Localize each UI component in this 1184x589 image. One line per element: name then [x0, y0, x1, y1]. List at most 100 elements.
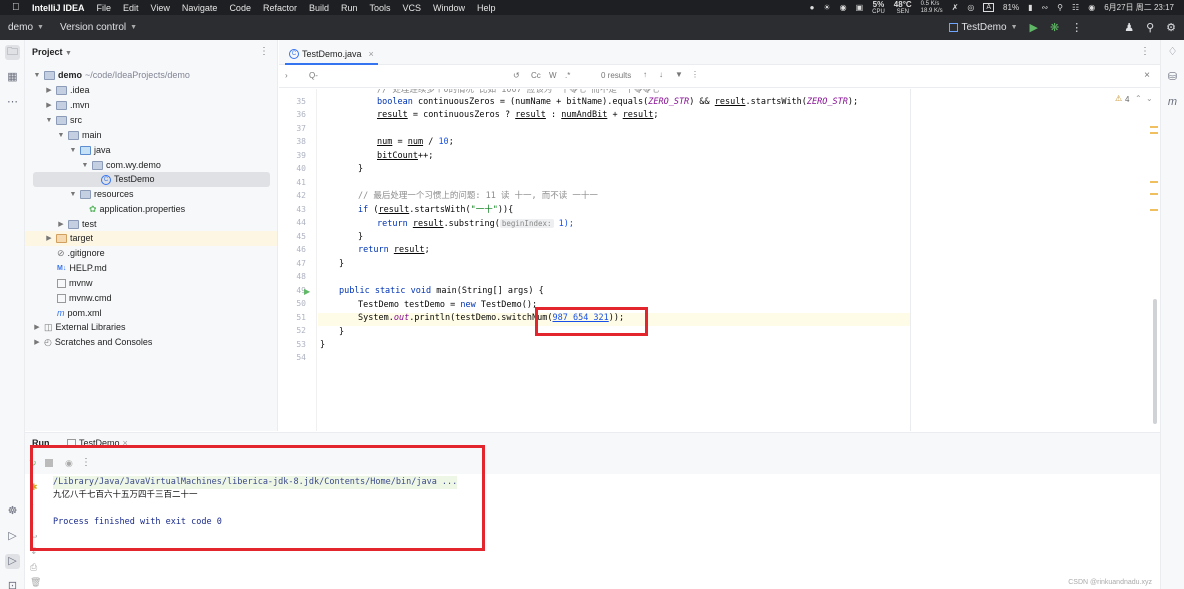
regex-toggle[interactable]: .* [565, 71, 570, 80]
app-name[interactable]: IntelliJ IDEA [32, 3, 85, 13]
target-icon[interactable]: ◎ [967, 3, 974, 12]
search-input[interactable]: Q- [309, 71, 318, 80]
tree-item-mvnw[interactable]: mvnw [57, 276, 93, 291]
run-gutter-icon[interactable]: ▶ [304, 287, 310, 296]
temp-meter[interactable]: 48°C SEN [894, 0, 912, 15]
vertical-scrollbar[interactable] [1153, 299, 1157, 424]
maven-icon[interactable]: m [1165, 95, 1180, 110]
shortcut-icon[interactable]: ▣ [856, 3, 864, 12]
tree-item-testdemo[interactable]: C TestDemo [33, 172, 270, 187]
run-icon[interactable]: ▶ [1030, 21, 1038, 34]
panel-options-icon[interactable]: ⋮ [259, 46, 269, 57]
database-icon[interactable]: ⛁ [1165, 70, 1180, 85]
warning-icon[interactable]: ⚠ [1115, 94, 1122, 103]
project-selector[interactable]: demo ▼ [8, 22, 44, 33]
project-panel-header[interactable]: Project ▼ [32, 47, 72, 57]
arrow-down-icon[interactable]: ↓ [659, 70, 663, 79]
project-panel: Project ▼ ⋮ ▼ demo ~/code/IdeaProjects/d… [25, 40, 278, 431]
apple-icon[interactable]:  [12, 2, 28, 13]
net-meter[interactable]: 0.5 K/s 18.9 K/s [921, 1, 943, 15]
menu-window[interactable]: Window [433, 3, 465, 13]
tree-item-mvnw-cmd[interactable]: mvnw.cmd [57, 291, 112, 306]
print-icon[interactable]: ⎙ [30, 562, 37, 573]
add-user-icon[interactable]: ♟ [1124, 21, 1134, 34]
folder-icon[interactable]: 🗀 [5, 45, 20, 60]
search-everywhere-icon[interactable]: ⚲ [1146, 21, 1154, 34]
services-icon[interactable]: ▷ [5, 529, 20, 544]
chevron-right-icon[interactable]: › [285, 71, 288, 80]
filter-icon[interactable]: ▼ [675, 70, 683, 79]
arrow-up-icon[interactable]: ↑ [643, 70, 647, 79]
tab-options-icon[interactable]: ⋮ [1140, 46, 1150, 57]
menu-tools[interactable]: Tools [370, 3, 391, 13]
tab-label: TestDemo.java [302, 48, 362, 59]
close-icon[interactable]: × [369, 49, 374, 59]
tab-testdemo-java[interactable]: C TestDemo.java × [285, 44, 378, 65]
more-tools-icon[interactable]: ⋯ [5, 95, 20, 110]
tree-item-main[interactable]: ▼ main [57, 128, 102, 143]
tree-item-scratches[interactable]: ▶ ◴ Scratches and Consoles [33, 335, 152, 350]
run-tool-icon[interactable]: ▷ [5, 554, 20, 569]
notifications-icon[interactable]: ♢ [1165, 45, 1180, 60]
tree-item-external-libraries[interactable]: ▶ ◫ External Libraries [33, 320, 125, 335]
siri-icon[interactable]: ◉ [1088, 3, 1095, 12]
tree-item-target[interactable]: ▶ target [25, 231, 277, 246]
words-toggle[interactable]: W [549, 71, 557, 80]
menu-build[interactable]: Build [309, 3, 329, 13]
tree-item-test[interactable]: ▶ test [57, 217, 97, 232]
menu-code[interactable]: Code [229, 3, 251, 13]
battery-label[interactable]: 81% [1003, 3, 1019, 12]
menu-edit[interactable]: Edit [123, 3, 139, 13]
debug-icon[interactable]: ❋ [1050, 21, 1059, 34]
tree-item-idea[interactable]: ▶ .idea [45, 83, 90, 98]
wifi-icon[interactable]: ∾ [1041, 3, 1048, 12]
tree-item-java[interactable]: ▼ java [69, 143, 111, 158]
structure-icon[interactable]: ▦ [5, 70, 20, 85]
terminal-icon[interactable]: ⊡ [5, 579, 20, 589]
search-icon[interactable]: ⚲ [1057, 3, 1063, 12]
input-method[interactable]: A [983, 3, 995, 12]
chevron-down-icon: ▼ [69, 147, 77, 154]
tree-item-help[interactable]: M↓ HELP.md [57, 261, 107, 276]
line-number: 52 [296, 326, 306, 335]
more-icon[interactable]: ⋮ [1071, 21, 1082, 34]
mute-icon[interactable]: ✗ [952, 3, 959, 12]
menu-refactor[interactable]: Refactor [263, 3, 297, 13]
history-icon[interactable]: ↺ [513, 71, 520, 80]
control-center-icon[interactable]: ☷ [1072, 3, 1079, 12]
menu-file[interactable]: File [97, 3, 112, 13]
settings-icon[interactable]: ⚙ [1166, 21, 1176, 34]
chevron-up-icon[interactable]: ⌃ [1135, 94, 1142, 103]
tree-item-src[interactable]: ▼ src [45, 113, 82, 128]
cloud-icon[interactable]: ☀ [823, 3, 830, 12]
wechat-icon[interactable]: ● [810, 3, 815, 12]
menu-help[interactable]: Help [477, 3, 496, 13]
tree-item-pom[interactable]: m pom.xml [57, 306, 102, 321]
code-editor[interactable]: 35 36 37 38 39 40 41 42 43 44 45 46 47 4… [279, 89, 1160, 431]
more-icon[interactable]: ⋮ [691, 70, 699, 79]
record-icon[interactable]: ◉ [840, 3, 847, 12]
menu-vcs[interactable]: VCS [403, 3, 422, 13]
menu-navigate[interactable]: Navigate [182, 3, 218, 13]
tree-item-resources[interactable]: ▼ resources [69, 187, 134, 202]
vcs-selector[interactable]: Version control ▼ [60, 22, 137, 33]
menu-view[interactable]: View [151, 3, 170, 13]
chevron-down-icon: ▼ [57, 132, 65, 139]
tree-item-mvn[interactable]: ▶ .mvn [45, 98, 90, 113]
run-config-selector[interactable]: TestDemo ▼ [948, 22, 1018, 33]
trash-icon[interactable]: 🗑 [30, 577, 41, 588]
chevron-down-icon[interactable]: ⌄ [1146, 94, 1153, 103]
menu-run[interactable]: Run [341, 3, 358, 13]
match-case-toggle[interactable]: Cc [531, 71, 541, 80]
tree-item-gitignore[interactable]: ⊘ .gitignore [57, 246, 105, 261]
tree-item-app-properties[interactable]: ✿ application.properties [89, 202, 185, 217]
clock[interactable]: 6月27日 周二 23:17 [1104, 2, 1174, 13]
warning-count[interactable]: 4 [1125, 95, 1129, 104]
close-icon[interactable]: × [1144, 70, 1150, 81]
tree-item-package[interactable]: ▼ com.wy.demo [81, 158, 161, 173]
vcs-label: Version control [59, 22, 127, 33]
tree-item-demo[interactable]: ▼ demo ~/code/IdeaProjects/demo [33, 68, 190, 83]
debug-tool-icon[interactable]: ☸ [5, 504, 20, 519]
scroll-mark [1150, 209, 1158, 211]
cpu-meter[interactable]: 5% CPU [872, 0, 885, 15]
